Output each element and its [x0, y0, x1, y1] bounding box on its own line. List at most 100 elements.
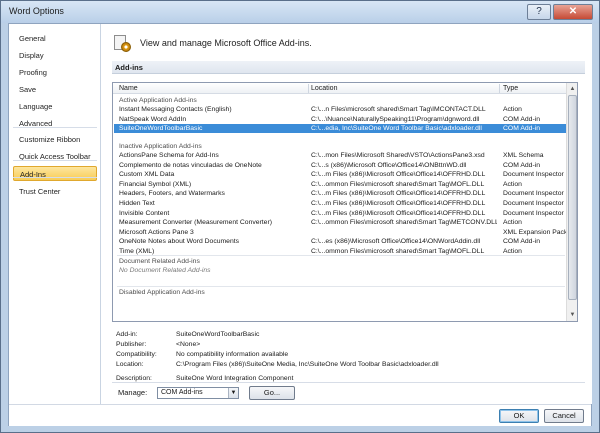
- dialog-footer: OK Cancel: [9, 404, 591, 426]
- add-in-type: Action: [503, 219, 522, 227]
- add-in-location: C:\...m Files (x86)\Microsoft Office\Off…: [311, 200, 486, 207]
- group-active-add-ins: Active Application Add-ins: [119, 97, 197, 104]
- title-bar: Word Options ? ✕: [1, 1, 599, 23]
- ok-button[interactable]: OK: [499, 409, 539, 423]
- list-item[interactable]: OneNote Notes about Word Documents C:\...…: [114, 237, 566, 246]
- list-scrollbar[interactable]: ▲ ▼: [566, 83, 577, 321]
- add-in-name: Financial Symbol (XML): [119, 180, 192, 188]
- add-in-type: COM Add-in: [503, 115, 541, 123]
- scroll-down-icon[interactable]: ▼: [568, 310, 577, 320]
- add-in-location: C:\...ommon Files\microsoft shared\Smart…: [311, 180, 485, 188]
- manage-dropdown-value: COM Add-ins: [161, 389, 203, 396]
- detail-label: Compatibility:: [116, 351, 157, 358]
- add-in-name: Hidden Text: [119, 200, 155, 207]
- sidebar-item-display[interactable]: Display: [13, 48, 97, 63]
- sidebar-item-add-ins[interactable]: Add-Ins: [13, 166, 97, 181]
- add-in-location: C:\...s (x86)\Microsoft Office\Office14\…: [311, 161, 467, 169]
- scroll-up-icon[interactable]: ▲: [568, 84, 577, 94]
- group-divider: [117, 286, 565, 287]
- manage-dropdown[interactable]: COM Add-ins ▼: [157, 387, 239, 399]
- detail-value: <None>: [176, 341, 201, 348]
- list-item[interactable]: Headers, Footers, and Watermarks C:\...m …: [114, 189, 566, 198]
- window-title: Word Options: [9, 6, 64, 16]
- add-in-name: Headers, Footers, and Watermarks: [119, 190, 225, 198]
- group-disabled-add-ins: Disabled Application Add-ins: [119, 289, 205, 296]
- go-button[interactable]: Go...: [249, 386, 295, 400]
- sidebar-item-proofing[interactable]: Proofing: [13, 65, 97, 80]
- add-in-name: Measurement Converter (Measurement Conve…: [119, 219, 272, 227]
- add-in-type: XML Schema: [503, 152, 544, 159]
- panel-header: View and manage Microsoft Office Add-ins…: [112, 32, 312, 54]
- add-in-location: C:\...m Files (x86)\Microsoft Office\Off…: [311, 190, 486, 198]
- detail-value: C:\Program Files (x86)\SuiteOne Media, I…: [176, 361, 439, 368]
- add-in-name: ActionsPane Schema for Add-Ins: [119, 152, 219, 159]
- add-in-name: Custom XML Data: [119, 171, 175, 179]
- list-item[interactable]: NatSpeak Word AddIn C:\...\Nuance\Natural…: [114, 115, 566, 124]
- options-sidebar: General Display Proofing Save Language A…: [9, 24, 101, 404]
- detail-label: Location:: [116, 361, 144, 368]
- list-item[interactable]: SuiteOneWordToolbarBasic C:\...edia, Inc\…: [114, 124, 566, 134]
- sidebar-divider: [13, 160, 97, 161]
- add-in-name: Invisible Content: [119, 209, 170, 217]
- sidebar-item-general[interactable]: General: [13, 31, 97, 46]
- group-document-add-ins: Document Related Add-ins: [119, 258, 200, 265]
- list-item[interactable]: Instant Messaging Contacts (English) C:\.…: [114, 105, 566, 114]
- group-inactive-add-ins: Inactive Application Add-ins: [119, 143, 202, 150]
- list-item[interactable]: Measurement Converter (Measurement Conve…: [114, 218, 566, 227]
- list-item[interactable]: Complemento de notas vinculadas de OneNo…: [114, 161, 566, 170]
- manage-bar: Manage: COM Add-ins ▼ Go...: [112, 382, 585, 400]
- detail-value: SuiteOneWordToolbarBasic: [176, 331, 260, 338]
- window-controls: ? ✕: [527, 4, 593, 20]
- section-title: Add-ins: [112, 61, 585, 74]
- add-in-type: Document Inspector: [503, 190, 564, 198]
- add-in-location: C:\...es (x86)\Microsoft Office\Office14…: [311, 238, 481, 246]
- word-options-window: Word Options ? ✕ General Display Proofin…: [0, 0, 600, 433]
- list-header: Name Location Type: [113, 83, 567, 94]
- add-ins-list: Name Location Type Active Application Ad…: [112, 82, 578, 322]
- cancel-button[interactable]: Cancel: [544, 409, 584, 423]
- list-item[interactable]: ActionsPane Schema for Add-Ins C:\...mon …: [114, 151, 566, 160]
- add-in-name: OneNote Notes about Word Documents: [119, 238, 240, 246]
- chevron-down-icon[interactable]: ▼: [228, 388, 238, 398]
- manage-label: Manage:: [118, 388, 148, 397]
- add-in-location: C:\...n Files\microsoft shared\Smart Tag…: [311, 106, 486, 113]
- help-button[interactable]: ?: [527, 4, 551, 20]
- add-in-type: XML Expansion Pack: [503, 228, 567, 236]
- add-in-location: C:\...m Files (x86)\Microsoft Office\Off…: [311, 209, 486, 217]
- sidebar-item-language[interactable]: Language: [13, 99, 97, 114]
- sidebar-item-trust-center[interactable]: Trust Center: [13, 184, 97, 199]
- detail-label: Add-in:: [116, 331, 138, 338]
- sidebar-item-quick-access-toolbar[interactable]: Quick Access Toolbar: [13, 149, 97, 164]
- list-item[interactable]: Hidden Text C:\...m Files (x86)\Microsoft…: [114, 199, 566, 208]
- list-item[interactable]: Financial Symbol (XML) C:\...ommon Files\…: [114, 180, 566, 189]
- add-in-type: COM Add-in: [503, 161, 541, 169]
- column-divider[interactable]: [499, 84, 500, 93]
- document-add-ins-empty: No Document Related Add-ins: [119, 267, 211, 274]
- add-in-location: C:\...ommon Files\microsoft shared\Smart…: [311, 219, 497, 227]
- scrollbar-thumb[interactable]: [568, 95, 577, 300]
- column-header-type[interactable]: Type: [503, 84, 518, 93]
- add-in-location: C:\...m Files (x86)\Microsoft Office\Off…: [311, 171, 486, 179]
- detail-value: No compatibility information available: [176, 351, 289, 358]
- sidebar-item-customize-ribbon[interactable]: Customize Ribbon: [13, 132, 97, 147]
- add-in-location: C:\...edia, Inc\SuiteOne Word Toolbar Ba…: [311, 125, 482, 133]
- close-button[interactable]: ✕: [553, 4, 593, 20]
- add-in-type: Action: [503, 180, 522, 188]
- list-item[interactable]: Invisible Content C:\...m Files (x86)\Mic…: [114, 209, 566, 218]
- column-header-location[interactable]: Location: [311, 84, 337, 93]
- add-in-type: COM Add-in: [503, 238, 541, 246]
- sidebar-item-advanced[interactable]: Advanced: [13, 116, 97, 131]
- sidebar-divider: [13, 177, 97, 178]
- list-item[interactable]: Custom XML Data C:\...m Files (x86)\Micro…: [114, 170, 566, 179]
- add-in-type: Document Inspector: [503, 209, 564, 217]
- sidebar-divider: [13, 127, 97, 128]
- add-in-name: Complemento de notas vinculadas de OneNo…: [119, 161, 262, 169]
- add-in-type: Document Inspector: [503, 171, 564, 179]
- list-item[interactable]: Microsoft Actions Pane 3 XML Expansion Pa…: [114, 228, 567, 237]
- detail-label: Publisher:: [116, 341, 147, 348]
- panel-header-text: View and manage Microsoft Office Add-ins…: [140, 38, 312, 48]
- column-header-name[interactable]: Name: [119, 84, 138, 93]
- add-in-name: Instant Messaging Contacts (English): [119, 106, 232, 113]
- sidebar-item-save[interactable]: Save: [13, 82, 97, 97]
- column-divider[interactable]: [308, 84, 309, 93]
